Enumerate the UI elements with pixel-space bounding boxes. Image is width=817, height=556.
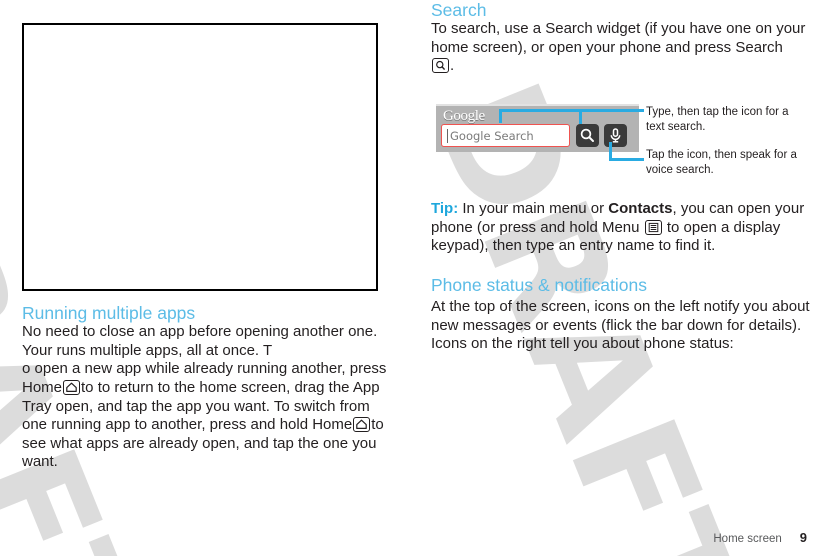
search-heading: Search [431,0,487,20]
text-caret [447,129,448,143]
callout-line-search-horizontal [499,109,644,112]
search-icon-button[interactable] [576,124,599,147]
search-intro-text-b: . [450,57,455,75]
home-key-icon [63,379,81,395]
contacts-bold-term: Contacts [608,200,673,217]
running-apps-paragraph-1-text: No need to close an app before opening a… [22,323,378,359]
search-intro-text-a: To search, use a Search widget (if you h… [431,20,806,56]
home-screen-figure [22,23,378,291]
phone-status-paragraph: At the top of the screen, icons on the l… [431,298,810,353]
callout-text-voice-search: Tap the icon, then speak for a voice sea… [646,149,797,176]
callout-line-voice-horizontal [609,158,644,161]
search-input[interactable]: Google Search [441,124,570,147]
search-key-icon [432,58,449,74]
home-key-icon-2 [353,417,371,433]
phone-status-heading: Phone status & notifications [431,275,647,295]
menu-key-icon [644,219,662,235]
callout-text-text-search: Type, then tap the icon for a text searc… [646,106,789,133]
google-logo: Google [443,108,485,124]
running-apps-paragraph-1: No need to close an app before opening a… [22,323,388,360]
search-input-placeholder: Google Search [450,129,534,143]
tip-label: Tip: [431,200,459,217]
callout-line-search-drop [499,109,502,123]
footer-section-label: Home screen [713,533,782,545]
voice-search-button[interactable] [604,124,627,147]
search-widget-figure: Google Google Search Type, then tap the … [431,100,806,182]
running-apps-paragraph-2: o open a new app while already running a… [22,360,388,472]
manual-page: Running multiple apps No need to close a… [0,0,817,556]
search-intro-paragraph: To search, use a Search widget (if you h… [431,20,806,76]
footer-page-number: 9 [799,530,807,545]
page-footer: Home screen 9 [0,529,807,547]
right-column: Search To search, use a Search widget (i… [431,0,810,352]
tip-text-a: In your main menu or [458,200,609,217]
running-multiple-apps-section: Running multiple apps No need to close a… [22,303,388,472]
search-icon [580,128,594,142]
tip-paragraph: Tip: In your main menu or Contacts, you … [431,200,808,256]
running-multiple-apps-heading: Running multiple apps [22,303,196,323]
